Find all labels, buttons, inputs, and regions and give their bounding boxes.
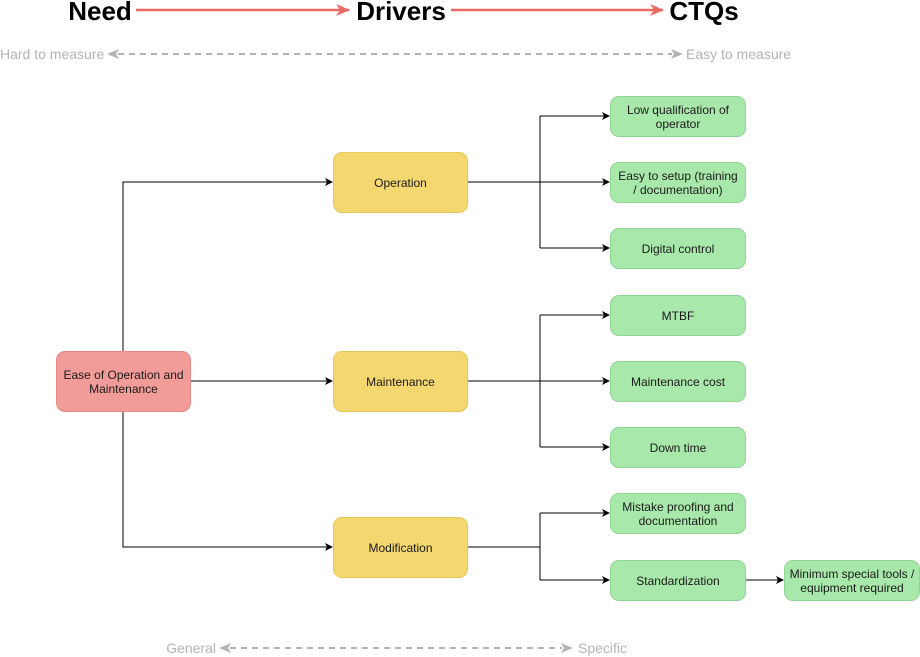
connector-modification-trunk [467, 513, 541, 580]
need-node[interactable]: Ease of Operation and Maintenance [56, 351, 191, 412]
ctq-minimum-special-tools[interactable]: Minimum special tools / equipment requir… [784, 560, 920, 601]
connector-root-modification [122, 411, 333, 551]
ctq-down-time[interactable]: Down time [610, 427, 746, 468]
driver-operation[interactable]: Operation [333, 152, 468, 213]
specific-label: Specific [578, 640, 627, 656]
hard-to-measure-label: Hard to measure [0, 46, 104, 62]
connector-maintenance-trunk [467, 315, 541, 447]
ctq-standardization[interactable]: Standardization [610, 560, 746, 601]
driver-modification[interactable]: Modification [333, 517, 468, 578]
ctq-mistake-proofing[interactable]: Mistake proofing and documentation [610, 493, 746, 534]
general-label: General [166, 640, 216, 656]
ctq-mtbf[interactable]: MTBF [610, 295, 746, 336]
header-ctqs: CTQs [669, 0, 738, 26]
ctq-easy-setup[interactable]: Easy to setup (training / documentation) [610, 162, 746, 203]
ctq-maintenance-cost[interactable]: Maintenance cost [610, 361, 746, 402]
ctq-low-qualification[interactable]: Low qualification of operator [610, 96, 746, 137]
ctq-digital-control[interactable]: Digital control [610, 228, 746, 269]
header-drivers: Drivers [356, 0, 446, 26]
easy-to-measure-label: Easy to measure [686, 46, 791, 62]
connector-operation-trunk [467, 116, 541, 248]
header-need: Need [68, 0, 132, 26]
driver-maintenance[interactable]: Maintenance [333, 351, 468, 412]
connector-root-operation [122, 178, 333, 351]
